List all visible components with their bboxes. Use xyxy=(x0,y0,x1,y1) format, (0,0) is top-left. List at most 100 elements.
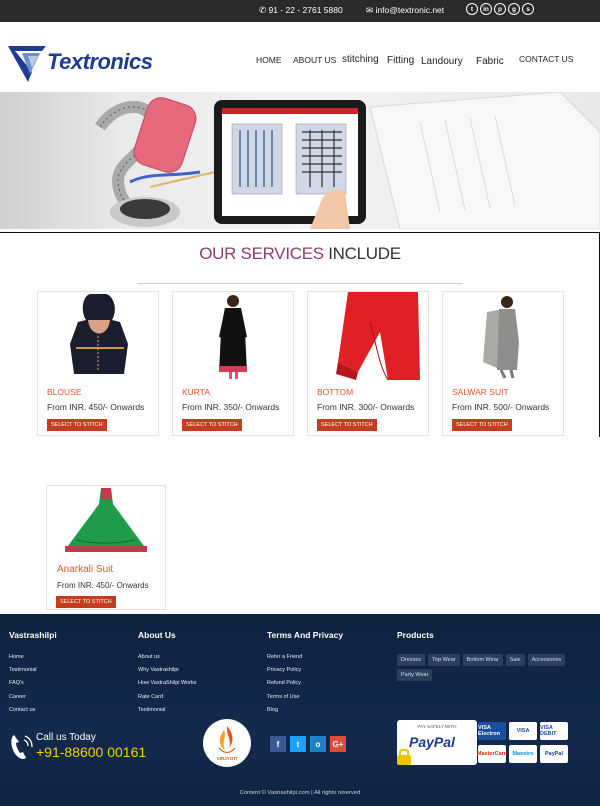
bottom-image xyxy=(308,292,428,380)
paypal-card-icon: PayPal xyxy=(540,745,568,763)
call-number[interactable]: +91-88600 00161 xyxy=(36,744,146,760)
footer-link-refer[interactable]: Refer a Friend xyxy=(267,654,343,660)
tag-dresses[interactable]: Dresses xyxy=(397,654,426,666)
visa-icon: VISA xyxy=(509,722,537,740)
salwar-suit-image xyxy=(443,292,563,380)
site-header: Textronics HOME ABOUT US stitching Fitti… xyxy=(0,22,600,92)
footer-link-contact[interactable]: Contact us xyxy=(9,707,57,713)
email-address: info@textronic.net xyxy=(375,5,445,15)
copyright: Content © Vastrashilpi.com | All rights … xyxy=(239,790,361,796)
footer-link-home[interactable]: Home xyxy=(9,654,57,660)
top-bar: ✆ 91 - 22 - 2761 5880 ✉ info@textronic.n… xyxy=(0,0,600,22)
paypal-badge: PAY SAFELY WITH PayPal xyxy=(397,720,477,765)
tag-bottom-wear[interactable]: Bottom Wear xyxy=(462,654,503,666)
footer-col-products: Products Dresses Top Wear Bottom Wear Sa… xyxy=(397,630,577,681)
footer-social: f t o G+ xyxy=(270,736,346,752)
service-price: From INR. 350/- Onwards xyxy=(182,402,280,412)
footer-col-title: Vastrashilpi xyxy=(9,630,57,640)
service-card-kurta[interactable]: KURTA From INR. 350/- Onwards SELECT TO … xyxy=(172,291,294,436)
service-price: From INR. 450/- Onwards xyxy=(57,581,149,590)
visa-electron-icon: VISA Electron xyxy=(478,722,506,740)
services-title-rest: INCLUDE xyxy=(323,244,401,263)
twitter-icon[interactable]: t xyxy=(290,736,306,752)
phone-contact[interactable]: ✆ 91 - 22 - 2761 5880 xyxy=(259,5,343,16)
services-divider xyxy=(137,283,463,284)
lock-icon xyxy=(397,748,411,765)
footer-link-how[interactable]: How VastraShilpi Works xyxy=(138,680,196,686)
service-card-anarkali-suit[interactable]: Anarkali Suit From INR. 450/- Onwards SE… xyxy=(46,485,166,610)
footer-col-about: About Us About us Why Vastrashilpi How V… xyxy=(138,630,196,720)
instagram-icon[interactable]: o xyxy=(310,736,326,752)
nav-fabric[interactable]: Fabric xyxy=(476,56,504,67)
hero-banner xyxy=(0,92,600,229)
nav-stitching[interactable]: stitching xyxy=(342,54,379,65)
select-to-stitch-button[interactable]: SELECT TO STITCH xyxy=(56,596,116,608)
paypal-caption: PAY SAFELY WITH xyxy=(417,724,457,729)
footer-col-terms: Terms And Privacy Refer a Friend Privacy… xyxy=(267,630,343,720)
footer-link-faqs[interactable]: FAQ's xyxy=(9,680,57,686)
service-name: SALWAR SUIT xyxy=(452,387,509,397)
facebook-icon[interactable]: f xyxy=(270,736,286,752)
virjyoti-badge-text: VIRJYOTI xyxy=(216,756,238,761)
service-name: BOTTOM xyxy=(317,387,354,397)
call-label: Call us Today xyxy=(36,732,96,743)
select-to-stitch-button[interactable]: SELECT TO STITCH xyxy=(182,419,242,431)
footer-col-title: About Us xyxy=(138,630,176,640)
footer-col-vastrashilpi: Vastrashilpi Home Testimonial FAQ's Care… xyxy=(9,630,57,720)
services-title: OUR SERVICES INCLUDE xyxy=(0,244,600,264)
footer-link-terms[interactable]: Terms of Use xyxy=(267,694,343,700)
footer-link-rate-card[interactable]: Rate Card xyxy=(138,694,196,700)
nav-fitting[interactable]: Fitting xyxy=(387,55,414,66)
service-price: From INR. 500/- Onwards xyxy=(452,402,550,412)
footer-col-title: Terms And Privacy xyxy=(267,630,344,640)
footer-link-about[interactable]: About us xyxy=(138,654,196,660)
phone-icon: ✆ xyxy=(259,5,267,15)
footer-col-title: Products xyxy=(397,630,434,640)
service-card-salwar-suit[interactable]: SALWAR SUIT From INR. 500/- Onwards SELE… xyxy=(442,291,564,436)
email-contact[interactable]: ✉ info@textronic.net xyxy=(366,5,444,16)
mastercard-icon: MasterCard xyxy=(477,745,507,763)
footer-link-testimonial[interactable]: Testimonial xyxy=(9,667,57,673)
select-to-stitch-button[interactable]: SELECT TO STITCH xyxy=(317,419,377,431)
footer-link-privacy[interactable]: Privacy Policy xyxy=(267,667,343,673)
blouse-image xyxy=(38,292,158,380)
payment-cards: VISA Electron VISA VISA DEBIT MasterCard… xyxy=(476,722,572,766)
tag-accessories[interactable]: Accessories xyxy=(527,654,566,666)
service-price: From INR. 450/- Onwards xyxy=(47,402,145,412)
footer-link-testimonial[interactable]: Testimonial xyxy=(138,707,196,713)
service-card-bottom[interactable]: BOTTOM From INR. 300/- Onwards SELECT TO… xyxy=(307,291,429,436)
service-card-blouse[interactable]: BLOUSE From INR. 450/- Onwards SELECT TO… xyxy=(37,291,159,436)
kurta-image xyxy=(173,292,293,380)
pinterest-icon[interactable]: p xyxy=(494,3,506,15)
maestro-icon: Maestro xyxy=(509,745,537,763)
visa-debit-icon: VISA DEBIT xyxy=(540,722,568,740)
nav-contact-us[interactable]: CONTACT US xyxy=(519,54,573,64)
hero-illustration xyxy=(95,92,600,229)
nav-about-us[interactable]: ABOUT US xyxy=(293,55,336,65)
skype-icon[interactable]: s xyxy=(522,3,534,15)
services-title-highlight: OUR SERVICES xyxy=(199,244,324,263)
linkedin-icon[interactable]: in xyxy=(480,3,492,15)
service-name: BLOUSE xyxy=(47,387,82,397)
select-to-stitch-button[interactable]: SELECT TO STITCH xyxy=(47,419,107,431)
twitter-icon[interactable]: t xyxy=(466,3,478,15)
google-plus-icon[interactable]: g xyxy=(508,3,520,15)
tag-sale[interactable]: Sale xyxy=(505,654,525,666)
tag-top-wear[interactable]: Top Wear xyxy=(428,654,460,666)
footer-link-refund[interactable]: Refund Policy xyxy=(267,680,343,686)
select-to-stitch-button[interactable]: SELECT TO STITCH xyxy=(452,419,512,431)
footer-link-career[interactable]: Career xyxy=(9,694,57,700)
footer-link-blog[interactable]: Blog xyxy=(267,707,343,713)
topbar-social: t in p g s xyxy=(466,3,534,15)
product-tags: Dresses Top Wear Bottom Wear Sale Access… xyxy=(397,654,577,681)
paypal-logo: PayPal xyxy=(409,734,455,750)
mail-icon: ✉ xyxy=(366,5,374,15)
logo-text[interactable]: Textronics xyxy=(47,49,153,75)
nav-home[interactable]: HOME xyxy=(256,55,282,65)
footer-link-why[interactable]: Why Vastrashilpi xyxy=(138,667,196,673)
site-footer: Vastrashilpi Home Testimonial FAQ's Care… xyxy=(0,614,600,806)
google-plus-icon[interactable]: G+ xyxy=(330,736,346,752)
tag-party-wear[interactable]: Party Wear xyxy=(397,669,433,681)
nav-landoury[interactable]: Landoury xyxy=(421,56,463,67)
phone-number: 91 - 22 - 2761 5880 xyxy=(268,5,343,15)
